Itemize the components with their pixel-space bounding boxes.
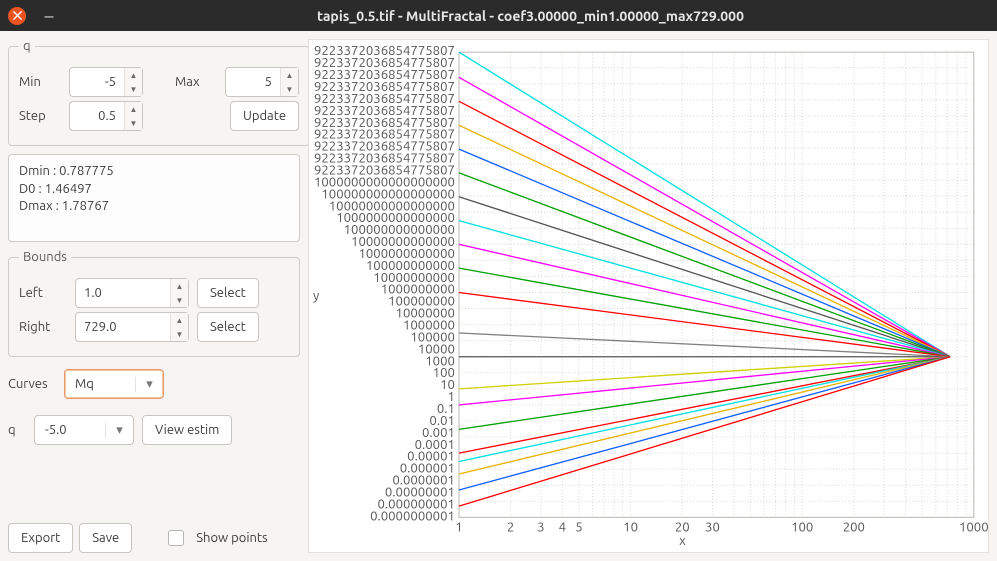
max-input[interactable]: [226, 68, 280, 96]
plot-svg: 9223372036854775807922337203685477580792…: [309, 40, 988, 552]
bounds-group: Bounds Left ▲▼ Select Right ▲▼ Select: [8, 250, 300, 357]
left-panel: q Min ▲▼ Max ▲▼ Step: [8, 39, 300, 553]
bounds-right-spin[interactable]: ▲▼: [75, 312, 189, 342]
curves-select[interactable]: Mq ▾: [64, 369, 164, 399]
max-label: Max: [175, 75, 217, 89]
chevron-down-icon: ▾: [105, 423, 133, 438]
bounds-left-down-icon[interactable]: ▼: [171, 293, 188, 307]
svg-text:1: 1: [455, 521, 462, 535]
svg-text:20: 20: [675, 521, 690, 535]
view-estim-button[interactable]: View estim: [142, 415, 232, 445]
plot-area[interactable]: y x 922337203685477580792233720368547758…: [308, 39, 989, 553]
d0-text: D0 : 1.46497: [19, 181, 289, 199]
stats-box: Dmin : 0.787775 D0 : 1.46497 Dmax : 1.78…: [8, 154, 300, 242]
q-legend: q: [19, 39, 35, 53]
step-up-icon[interactable]: ▲: [125, 102, 142, 116]
svg-text:100: 100: [791, 521, 813, 535]
svg-text:0.0000000001: 0.0000000001: [370, 510, 455, 524]
update-button[interactable]: Update: [230, 101, 299, 131]
dmin-text: Dmin : 0.787775: [19, 163, 289, 181]
ylabel: y: [313, 289, 319, 303]
q-select-value: -5.0: [35, 423, 105, 437]
max-down-icon[interactable]: ▼: [281, 82, 298, 96]
svg-text:4: 4: [559, 521, 566, 535]
minimize-icon[interactable]: –: [40, 7, 58, 25]
q-group: q Min ▲▼ Max ▲▼ Step: [8, 39, 310, 146]
qsel-label: q: [8, 423, 26, 437]
bounds-left-input[interactable]: [76, 279, 170, 307]
svg-text:200: 200: [843, 521, 865, 535]
chevron-down-icon: ▾: [135, 377, 163, 392]
select-left-button[interactable]: Select: [197, 278, 259, 308]
min-down-icon[interactable]: ▼: [125, 82, 142, 96]
select-right-button[interactable]: Select: [197, 312, 259, 342]
bounds-right-down-icon[interactable]: ▼: [171, 327, 188, 341]
curves-label: Curves: [8, 377, 56, 391]
svg-text:3: 3: [537, 521, 544, 535]
step-label: Step: [19, 109, 61, 123]
bounds-left-spin[interactable]: ▲▼: [75, 278, 189, 308]
window: – tapis_0.5.tif - MultiFractal - coef3.0…: [0, 0, 997, 561]
max-spin[interactable]: ▲▼: [225, 67, 299, 97]
min-up-icon[interactable]: ▲: [125, 68, 142, 82]
min-input[interactable]: [70, 68, 124, 96]
bounds-right-up-icon[interactable]: ▲: [171, 313, 188, 327]
bounds-right-input[interactable]: [76, 313, 170, 341]
show-points-checkbox[interactable]: [168, 530, 184, 546]
svg-text:1000: 1000: [959, 521, 988, 535]
close-icon[interactable]: [8, 7, 26, 25]
step-spin[interactable]: ▲▼: [69, 101, 143, 131]
svg-text:10: 10: [623, 521, 638, 535]
body: q Min ▲▼ Max ▲▼ Step: [0, 31, 997, 561]
xlabel: x: [679, 534, 686, 548]
left-label: Left: [19, 286, 67, 300]
min-spin[interactable]: ▲▼: [69, 67, 143, 97]
min-label: Min: [19, 75, 61, 89]
svg-text:30: 30: [705, 521, 720, 535]
show-points-label: Show points: [196, 531, 267, 545]
dmax-text: Dmax : 1.78767: [19, 198, 289, 216]
curves-value: Mq: [65, 377, 135, 391]
window-title: tapis_0.5.tif - MultiFractal - coef3.000…: [72, 8, 989, 24]
titlebar: – tapis_0.5.tif - MultiFractal - coef3.0…: [0, 0, 997, 31]
max-up-icon[interactable]: ▲: [281, 68, 298, 82]
bounds-legend: Bounds: [19, 250, 71, 264]
svg-text:5: 5: [575, 521, 582, 535]
right-label: Right: [19, 320, 67, 334]
step-down-icon[interactable]: ▼: [125, 116, 142, 130]
svg-text:2: 2: [507, 521, 514, 535]
step-input[interactable]: [70, 102, 124, 130]
export-button[interactable]: Export: [8, 523, 73, 553]
bounds-left-up-icon[interactable]: ▲: [171, 279, 188, 293]
save-button[interactable]: Save: [79, 523, 132, 553]
q-select[interactable]: -5.0 ▾: [34, 415, 134, 445]
